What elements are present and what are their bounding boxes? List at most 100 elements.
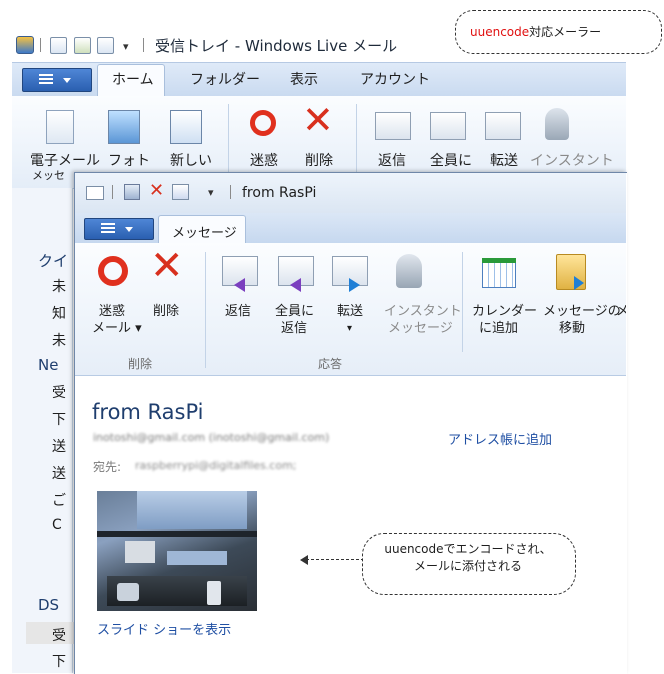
group-label-delete: 削除 xyxy=(128,357,153,371)
chevron-down-icon xyxy=(63,78,71,83)
reply-arrow-icon xyxy=(234,278,245,292)
menu-lines-icon xyxy=(39,74,53,86)
callout-middle-text: uuencodeでエンコードされ、 メールに添付される xyxy=(362,541,574,575)
ribbon-separator xyxy=(462,252,463,352)
move-message-button[interactable]: メッセージの xyxy=(543,303,621,320)
nav-section-ds[interactable]: DS xyxy=(38,596,59,614)
more-button[interactable]: メ xyxy=(616,303,626,320)
tab-view[interactable]: 表示 xyxy=(290,69,318,89)
nav-item[interactable]: C xyxy=(52,517,62,533)
divider xyxy=(40,38,41,52)
forward-button[interactable]: 転送 xyxy=(337,303,363,320)
nav-item[interactable]: 未 xyxy=(52,330,66,350)
callout-top-highlight: uuencode xyxy=(470,25,530,39)
junk-button[interactable]: 迷惑 xyxy=(99,303,125,320)
callout-top-text: uuencode対応メーラー xyxy=(470,23,601,40)
photo-email-icon xyxy=(108,110,140,144)
new-message-icon[interactable] xyxy=(50,37,67,54)
reply-button[interactable]: 返信 xyxy=(225,303,251,320)
nav-item[interactable]: 送 xyxy=(52,463,66,483)
photo-object xyxy=(125,541,155,563)
quick-access-dropdown-icon[interactable]: ▾ xyxy=(123,40,129,53)
ribbon-separator xyxy=(205,252,206,368)
group-label-respond: 応答 xyxy=(318,357,343,371)
attached-photo[interactable] xyxy=(97,491,257,611)
message-menu-button[interactable] xyxy=(84,218,154,240)
reply-button[interactable]: 返信 xyxy=(378,150,406,170)
instant-message-icon xyxy=(396,254,422,288)
junk-button[interactable]: 迷惑 xyxy=(250,150,278,170)
tab-message[interactable]: メッセージ xyxy=(172,222,237,241)
reply-all-icon xyxy=(430,112,466,140)
reply-quick-icon[interactable] xyxy=(172,184,189,200)
add-to-calendar-button[interactable]: カレンダー xyxy=(472,303,537,320)
instant-message-button[interactable]: インスタント xyxy=(530,150,614,170)
delete-icon: ✕ xyxy=(302,98,334,142)
calendar-icon xyxy=(170,110,202,144)
photo-shelf xyxy=(97,531,257,537)
reply-all-button[interactable]: 全員に xyxy=(275,303,314,320)
callout-arrow-line xyxy=(306,559,364,561)
photo-email-button[interactable]: フォト xyxy=(108,150,150,170)
quick-access-dropdown-icon[interactable]: ▾ xyxy=(208,186,214,199)
recipient-value: raspberrypi@digitalfiles.com; xyxy=(135,459,297,472)
add-to-calendar-button-sub[interactable]: に追加 xyxy=(479,320,518,337)
callout-middle-line2: メールに添付される xyxy=(413,559,522,573)
junk-button-sub[interactable]: メール ▾ xyxy=(92,320,142,337)
nav-item-selected-bg xyxy=(26,622,74,644)
new-email-sub-label: メッセ xyxy=(32,169,65,182)
callout-top-rest: 対応メーラー xyxy=(529,25,602,39)
callout-middle-line1: uuencodeでエンコードされ、 xyxy=(384,542,552,556)
reply-all-button-sub[interactable]: 返信 xyxy=(281,320,307,337)
move-message-button-sub[interactable]: 移動 xyxy=(559,320,585,337)
forward-dropdown-icon[interactable]: ▾ xyxy=(347,320,352,337)
instant-message-button-sub[interactable]: メッセージ xyxy=(388,320,453,337)
menu-lines-icon xyxy=(101,223,115,235)
nav-item[interactable]: 未 xyxy=(52,276,66,296)
nav-item[interactable]: 受 xyxy=(52,625,66,645)
nav-section-quick-views[interactable]: クイ xyxy=(38,250,68,271)
photo-window-light xyxy=(137,491,247,529)
envelope-icon[interactable] xyxy=(86,186,104,200)
add-to-contacts-link[interactable]: アドレス帳に追加 xyxy=(448,429,552,448)
tab-home[interactable]: ホーム xyxy=(112,69,154,89)
forward-icon xyxy=(485,112,521,140)
message-subject: from RasPi xyxy=(92,400,204,424)
nav-item[interactable]: 送 xyxy=(52,436,66,456)
instant-message-button[interactable]: インスタント xyxy=(384,303,462,320)
forward-button[interactable]: 転送 xyxy=(490,150,518,170)
chevron-down-icon xyxy=(125,227,133,232)
callout-arrow-head-icon xyxy=(300,555,308,565)
nav-item[interactable]: ご xyxy=(52,490,66,510)
new-item-button[interactable]: 新しい xyxy=(170,150,212,170)
calendar-header-icon xyxy=(482,258,516,263)
delete-button[interactable]: 削除 xyxy=(305,150,333,170)
reply-icon xyxy=(375,112,411,140)
nav-item[interactable]: 知 xyxy=(52,303,66,323)
back-window-title: 受信トレイ - Windows Live メール xyxy=(155,37,398,55)
mail-app-icon[interactable] xyxy=(16,36,34,54)
message-window-title: from RasPi xyxy=(242,185,317,201)
message-sender: inotoshi@gmail.com (inotoshi@gmail.com) xyxy=(93,431,330,444)
reply-all-button[interactable]: 全員に xyxy=(430,150,472,170)
tab-folder[interactable]: フォルダー xyxy=(190,69,260,89)
app-menu-button[interactable] xyxy=(22,68,92,92)
new-email-icon xyxy=(46,110,74,144)
send-receive-icon[interactable] xyxy=(74,37,91,54)
divider xyxy=(143,38,144,52)
delete-icon: ✕ xyxy=(150,243,184,289)
divider xyxy=(230,185,231,199)
forward-arrow-icon xyxy=(349,278,360,292)
tab-account[interactable]: アカウント xyxy=(360,69,430,89)
nav-item[interactable]: 下 xyxy=(52,651,66,671)
nav-item[interactable]: 受 xyxy=(52,382,66,402)
photo-object xyxy=(167,551,227,565)
mark-junk-icon[interactable] xyxy=(124,184,140,200)
nav-section-account[interactable]: Ne xyxy=(38,356,58,374)
slideshow-link[interactable]: スライド ショーを表示 xyxy=(97,619,231,638)
delete-quick-icon[interactable]: ✕ xyxy=(149,180,164,201)
delete-button[interactable]: 削除 xyxy=(153,303,179,320)
junk-icon xyxy=(250,110,276,136)
nav-item[interactable]: 下 xyxy=(52,409,66,429)
print-icon[interactable] xyxy=(97,37,114,54)
